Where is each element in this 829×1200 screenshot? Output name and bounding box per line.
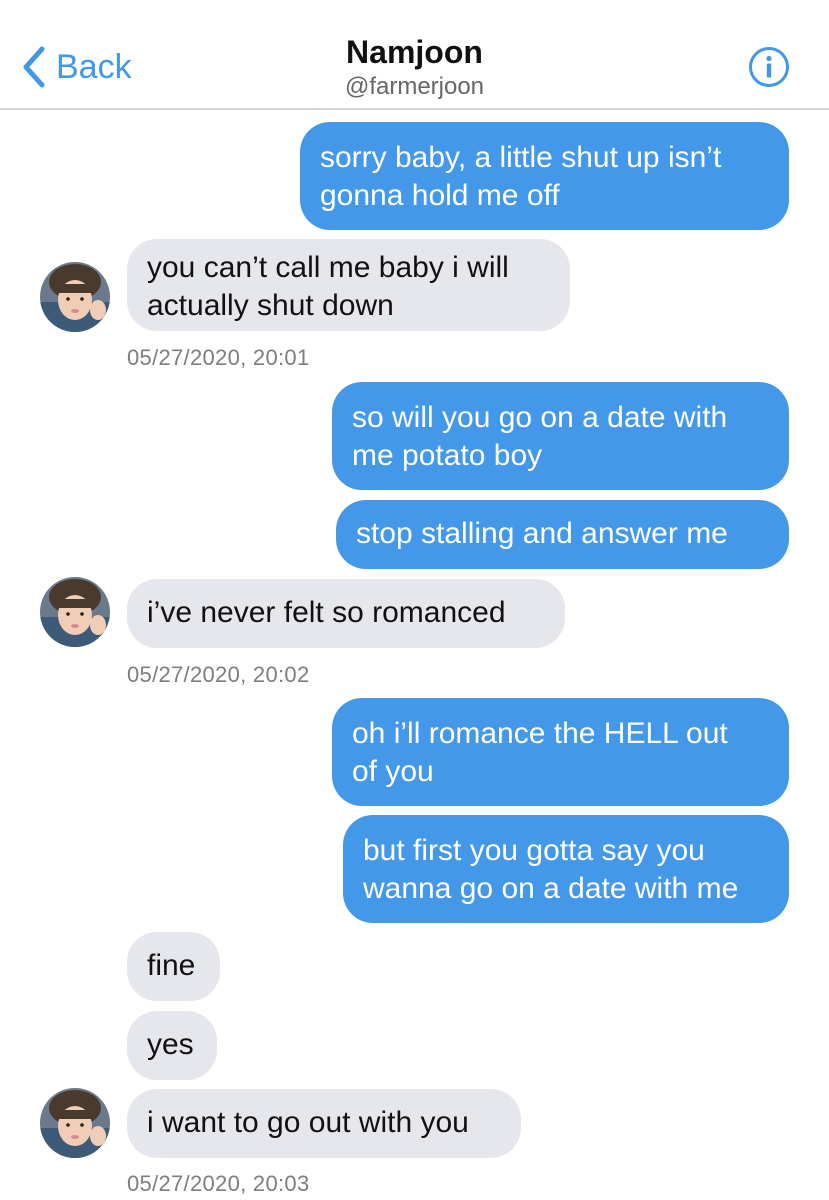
incoming-message[interactable]: you can’t call me baby i will actually s… xyxy=(127,239,570,331)
outgoing-message[interactable]: oh i’ll romance the HELL out of you xyxy=(332,698,789,806)
outgoing-message[interactable]: so will you go on a date with me potato … xyxy=(332,382,789,490)
outgoing-message[interactable]: sorry baby, a little shut up isn’t gonna… xyxy=(300,122,789,230)
avatar-photo xyxy=(40,1088,110,1158)
avatar-photo xyxy=(40,577,110,647)
contact-handle: @farmerjoon xyxy=(344,73,485,100)
incoming-message[interactable]: yes xyxy=(127,1011,217,1080)
contact-avatar[interactable] xyxy=(40,577,110,647)
incoming-message[interactable]: i’ve never felt so romanced xyxy=(127,579,565,648)
contact-name: Namjoon xyxy=(346,34,483,70)
conversation-title-block: Namjoon @farmerjoon xyxy=(0,32,829,102)
outgoing-message[interactable]: stop stalling and answer me xyxy=(336,500,789,569)
contact-avatar[interactable] xyxy=(40,262,110,332)
avatar-photo xyxy=(40,262,110,332)
incoming-message[interactable]: i want to go out with you xyxy=(127,1089,521,1158)
conversation-header: Back Namjoon @farmerjoon xyxy=(0,0,829,110)
dm-conversation-screen: Back Namjoon @farmerjoon sorry baby, a l… xyxy=(0,0,829,1200)
message-timestamp: 05/27/2020, 20:01 xyxy=(127,345,310,370)
outgoing-message[interactable]: but first you gotta say you wanna go on … xyxy=(343,815,789,923)
message-timestamp: 05/27/2020, 20:02 xyxy=(127,662,310,687)
message-timestamp: 05/27/2020, 20:03 xyxy=(127,1171,310,1196)
contact-avatar[interactable] xyxy=(40,1088,110,1158)
incoming-message[interactable]: fine xyxy=(127,932,220,1001)
info-icon[interactable] xyxy=(748,46,790,88)
